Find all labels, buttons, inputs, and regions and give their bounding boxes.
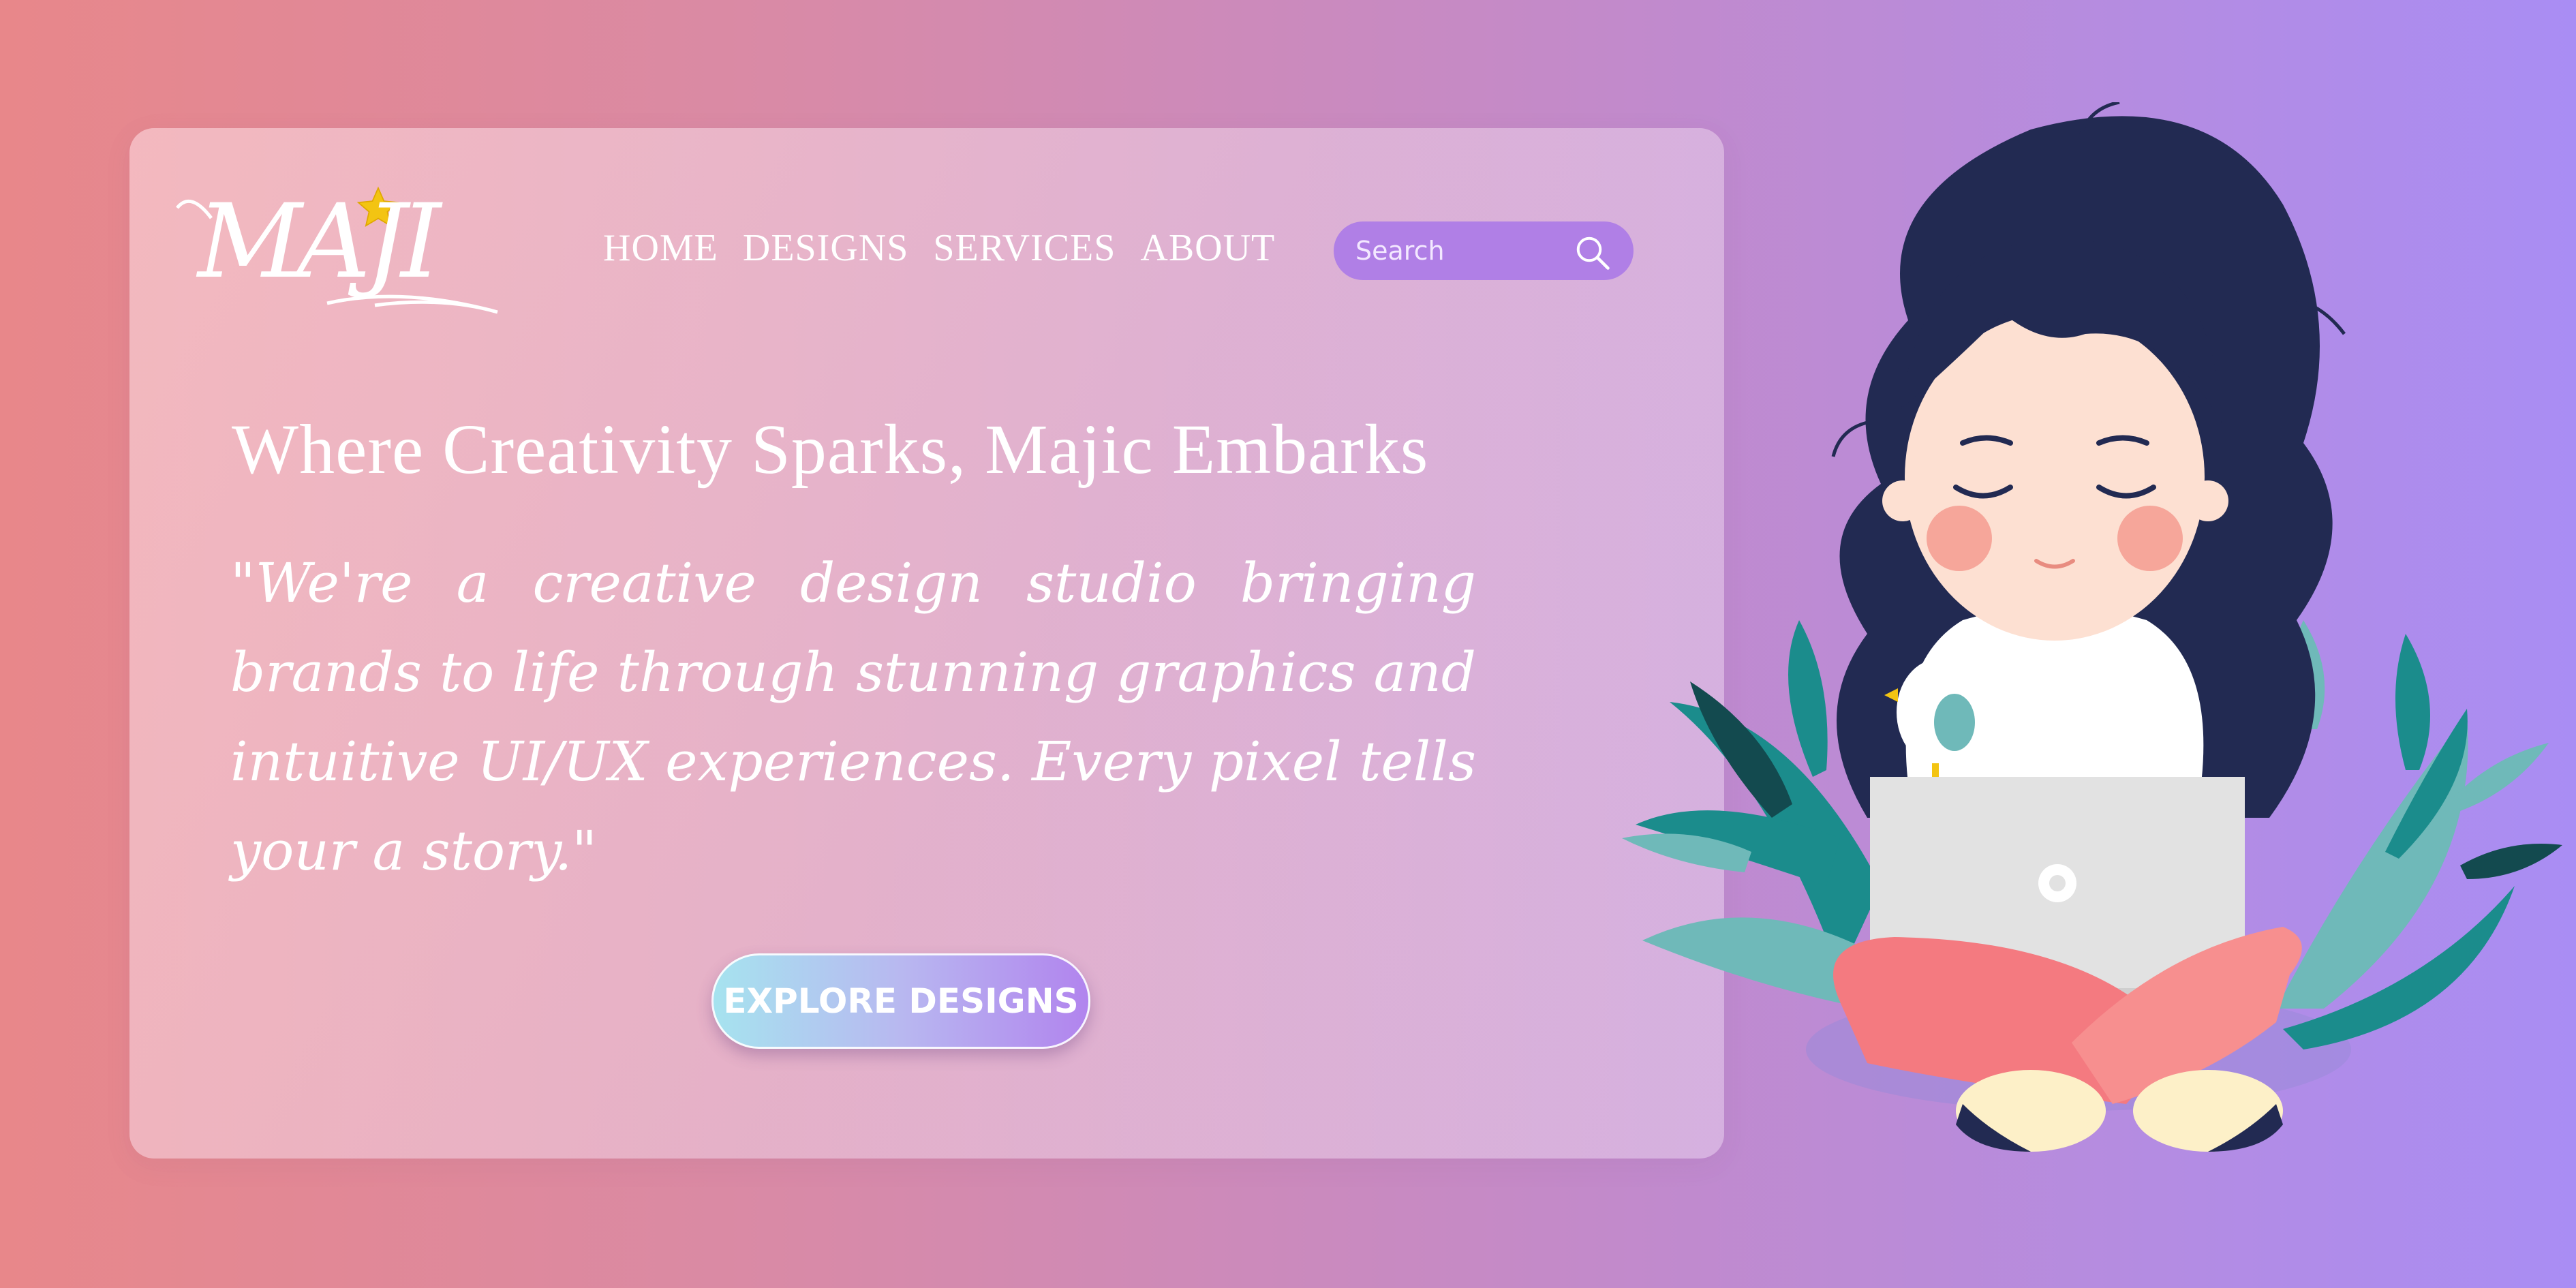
hero-headline: Where Creativity Sparks, Majic Embarks [232, 410, 1429, 489]
logo-text: MAJI [198, 183, 441, 301]
main-nav: HOME DESIGNS SERVICES ABOUT [603, 226, 1275, 270]
right-leaves [2276, 620, 2562, 1049]
explore-designs-button[interactable]: EXPLORE DESIGNS [711, 953, 1090, 1049]
nav-item-designs[interactable]: DESIGNS [743, 226, 908, 270]
brand-logo[interactable]: MAJI [170, 177, 504, 320]
nav-item-home[interactable]: HOME [603, 226, 718, 270]
nav-item-services[interactable]: SERVICES [933, 226, 1116, 270]
nav-item-about[interactable]: ABOUT [1140, 226, 1275, 270]
woman-with-laptop-illustration [1622, 102, 2562, 1152]
hero-tagline: "We're a creative design studio bringing… [230, 551, 1476, 883]
